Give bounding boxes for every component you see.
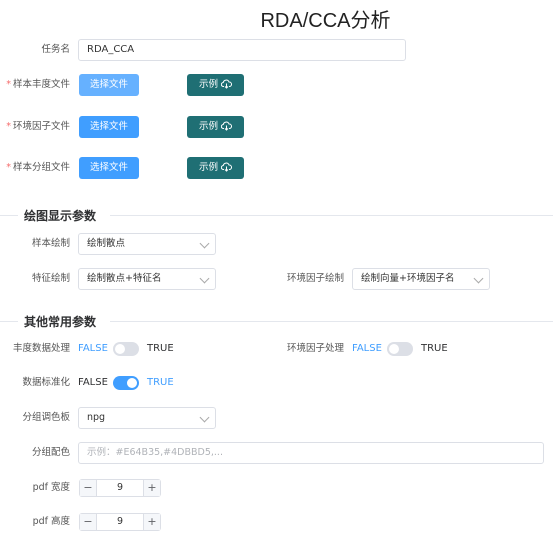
palette-label: 分组调色板 [22,412,70,423]
other-section-title: 其他常用参数 [24,315,97,329]
abundance-proc-switch[interactable] [113,342,139,356]
pdf-width-label: pdf 宽度 [32,482,70,493]
pdf-height-stepper[interactable]: − 9 + [79,513,161,531]
cloud-download-icon [220,162,232,172]
abundance-proc-true-label: TRUE [147,343,174,354]
standardize-switch[interactable] [113,376,139,390]
pdf-width-stepper[interactable]: − 9 + [79,479,161,497]
section-divider [110,321,553,322]
group-colors-input[interactable]: 示例：#E64B35,#4DBBD5,... [78,442,544,464]
page-title: RDA/CCA分析 [260,10,391,32]
task-name-label: 任务名 [41,44,70,55]
decrement-button[interactable]: − [80,514,97,530]
standardize-label: 数据标准化 [22,377,70,388]
section-divider [110,215,553,216]
group-file-select-button[interactable]: 选择文件 [79,157,139,179]
cloud-download-icon [220,121,232,131]
env-plot-label: 环境因子绘制 [286,273,344,284]
abundance-file-select-button[interactable]: 选择文件 [79,74,139,96]
chevron-down-icon [473,273,484,284]
chevron-down-icon [199,273,210,284]
env-file-label: * 环境因子文件 [6,121,70,132]
env-proc-switch[interactable] [387,342,413,356]
decrement-button[interactable]: − [80,480,97,496]
pdf-height-label: pdf 高度 [32,516,70,527]
env-proc-false-label: FALSE [352,343,382,354]
section-divider [0,321,18,322]
pdf-width-value[interactable]: 9 [97,480,143,496]
group-colors-label: 分组配色 [31,447,70,458]
group-file-example-button[interactable]: 示例 [187,157,244,179]
abundance-file-label: * 样本丰度文件 [6,79,70,90]
increment-button[interactable]: + [143,514,160,530]
standardize-true-label: TRUE [147,377,174,388]
abundance-file-example-button[interactable]: 示例 [187,74,244,96]
env-plot-select[interactable]: 绘制向量+环境因子名 [352,268,490,290]
feature-plot-select[interactable]: 绘制散点+特征名 [78,268,216,290]
task-name-input[interactable]: RDA_CCA [78,39,406,61]
group-file-label: * 样本分组文件 [6,162,70,173]
cloud-download-icon [220,79,232,89]
section-divider [0,215,18,216]
standardize-false-label: FALSE [78,377,108,388]
sample-plot-label: 样本绘制 [31,238,70,249]
plot-section-title: 绘图显示参数 [24,209,97,223]
chevron-down-icon [199,238,210,249]
env-proc-true-label: TRUE [421,343,448,354]
pdf-height-value[interactable]: 9 [97,514,143,530]
abundance-proc-label: 丰度数据处理 [12,343,70,354]
palette-select[interactable]: npg [78,407,216,429]
env-file-example-button[interactable]: 示例 [187,116,244,138]
feature-plot-label: 特征绘制 [31,273,70,284]
abundance-proc-false-label: FALSE [78,343,108,354]
increment-button[interactable]: + [143,480,160,496]
chevron-down-icon [199,412,210,423]
env-proc-label: 环境因子处理 [286,343,344,354]
env-file-select-button[interactable]: 选择文件 [79,116,139,138]
sample-plot-select[interactable]: 绘制散点 [78,233,216,255]
